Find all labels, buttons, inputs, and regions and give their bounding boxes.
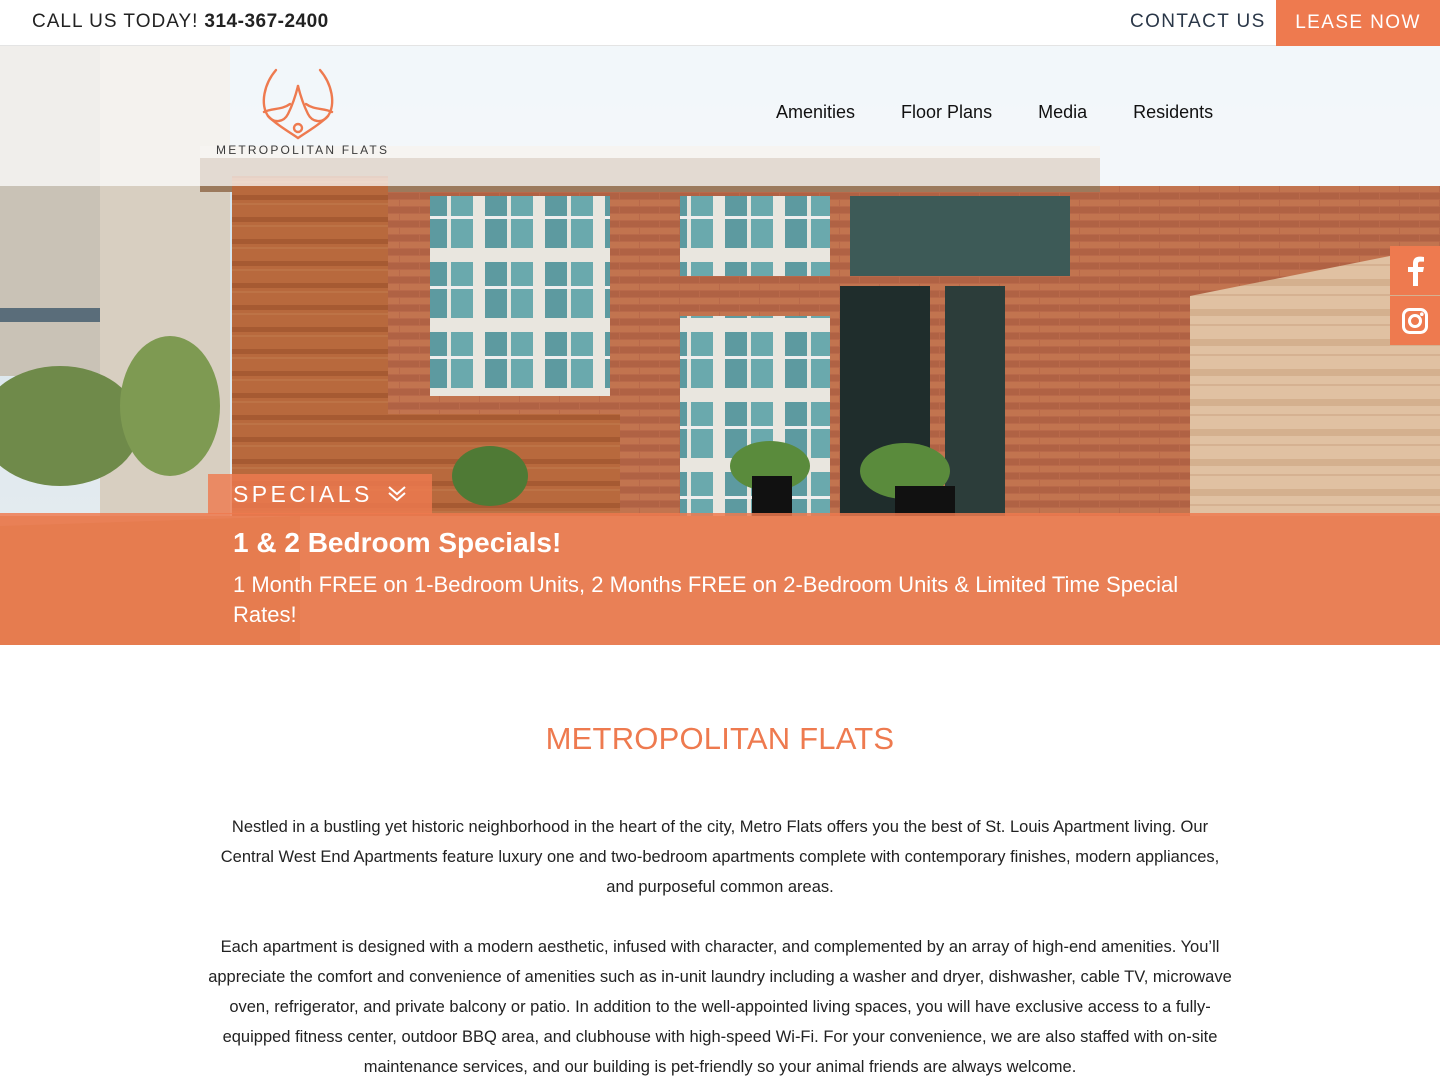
nav-item-residents[interactable]: Residents [1133, 102, 1213, 123]
specials-label: SPECIALS [233, 480, 373, 507]
call-us: CALL US TODAY! 314-367-2400 [32, 11, 329, 33]
specials-description: 1 Month FREE on 1-Bedroom Units, 2 Month… [233, 572, 1179, 627]
contact-us-link[interactable]: CONTACT US [1130, 11, 1266, 33]
phone-number[interactable]: 314-367-2400 [204, 11, 328, 32]
double-chevron-down-icon [388, 486, 406, 502]
call-label: CALL US TODAY! [32, 11, 199, 32]
nav-item-amenities[interactable]: Amenities [776, 102, 855, 123]
lease-now-button[interactable]: LEASE NOW [1276, 0, 1440, 46]
instagram-icon[interactable] [1390, 296, 1440, 345]
facebook-icon[interactable] [1390, 246, 1440, 295]
hero: METROPOLITAN FLATS Amenities Floor Plans… [0, 46, 1440, 645]
specials-title: 1 & 2 Bedroom Specials! [233, 527, 562, 558]
specials-toggle[interactable]: SPECIALS [208, 474, 432, 514]
amenities-paragraph: Each apartment is designed with a modern… [208, 938, 1232, 1076]
page-title: METROPOLITAN FLATS [545, 721, 895, 756]
main-nav: Amenities Floor Plans Media Residents [776, 102, 1213, 123]
nav-item-media[interactable]: Media [1038, 102, 1087, 123]
top-utility-bar: CALL US TODAY! 314-367-2400 CONTACT US LE… [0, 0, 1440, 46]
specials-panel: 1 & 2 Bedroom Specials! 1 Month FREE on … [0, 513, 1440, 645]
nav-item-floor-plans[interactable]: Floor Plans [901, 102, 992, 123]
logo-wordmark: METROPOLITAN FLATS [216, 143, 390, 157]
intro-paragraph: Nestled in a bustling yet historic neigh… [220, 818, 1220, 896]
